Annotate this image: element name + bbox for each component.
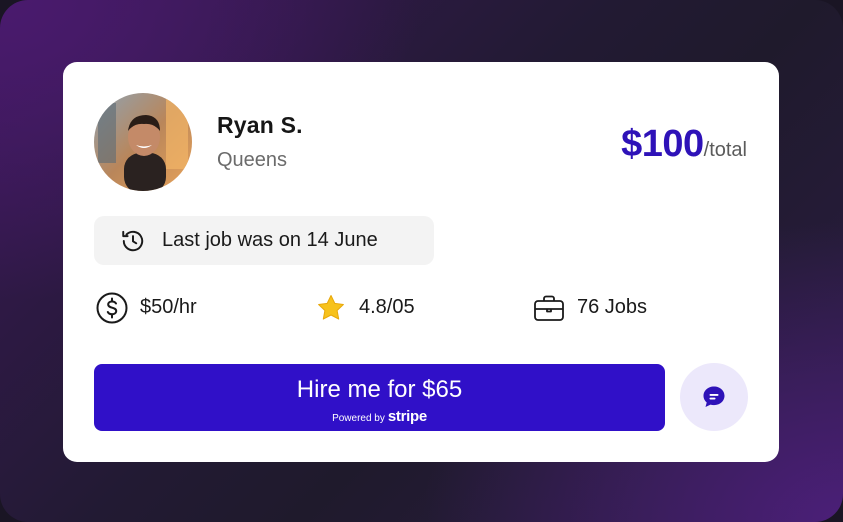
background-frame: Ryan S. Queens $100/total Last job was o… bbox=[0, 0, 843, 522]
job-count-text: 76 Jobs bbox=[577, 296, 648, 318]
hourly-rate-text: $50/hr bbox=[140, 296, 197, 318]
rating-text: 4.8/05 bbox=[359, 296, 415, 318]
powered-by-text: Powered by bbox=[332, 413, 385, 424]
avatar bbox=[94, 93, 192, 191]
stripe-logo: stripe bbox=[387, 408, 427, 425]
price: $100/total bbox=[621, 123, 747, 166]
hire-button-label: Hire me for $65 bbox=[296, 376, 463, 403]
hire-button[interactable]: Hire me for $65 Powered by stripe bbox=[94, 364, 665, 431]
chat-button[interactable] bbox=[680, 363, 748, 431]
history-icon bbox=[120, 228, 146, 254]
profile-card: Ryan S. Queens $100/total Last job was o… bbox=[63, 62, 779, 462]
chat-bubble-icon bbox=[703, 386, 725, 407]
price-amount: $100 bbox=[621, 123, 704, 165]
star-icon bbox=[314, 291, 348, 325]
last-job-text: Last job was on 14 June bbox=[162, 229, 378, 251]
price-unit: /total bbox=[703, 139, 747, 161]
last-job-badge: Last job was on 14 June bbox=[94, 216, 434, 265]
dollar-circle-icon bbox=[95, 291, 129, 325]
briefcase-icon bbox=[532, 291, 566, 325]
profile-name: Ryan S. bbox=[217, 112, 303, 138]
powered-by-stripe: Powered by stripe bbox=[94, 408, 665, 425]
profile-location: Queens bbox=[217, 149, 288, 171]
